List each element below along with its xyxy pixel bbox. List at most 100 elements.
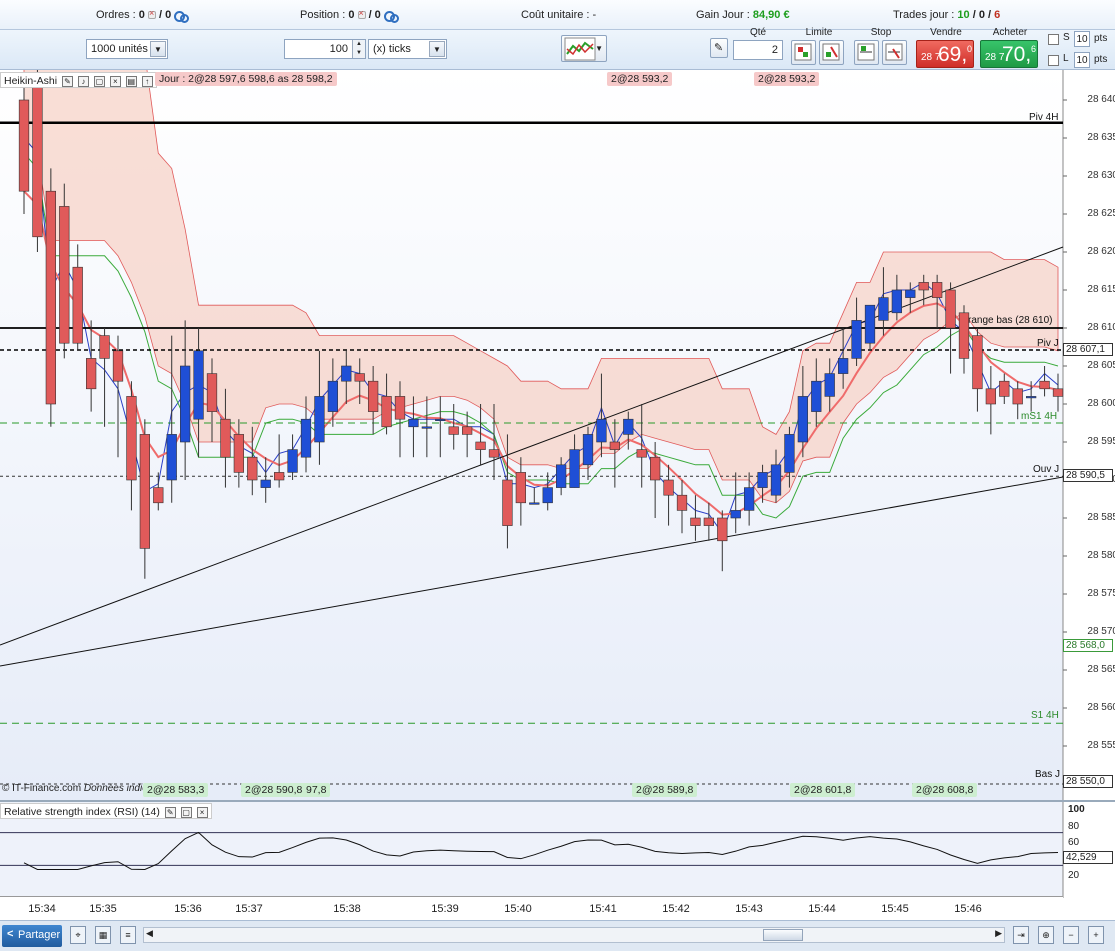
cancel-orders-icon[interactable] xyxy=(147,8,156,20)
crosshair-icon[interactable]: ⌖ xyxy=(70,926,86,944)
candle-body xyxy=(18,99,30,192)
scroll-right-icon[interactable]: ▶ xyxy=(995,928,1002,939)
price-tick-label: 28 610 xyxy=(1087,322,1115,333)
candle-body xyxy=(126,396,137,481)
candle-body xyxy=(368,380,379,412)
order-toolbar: 1000 unités ▼ 100 ▲ ▼ (x) ticks ▼ ▼ ✎ Qté… xyxy=(0,27,1115,70)
rsi-pane[interactable]: Relative strength index (RSI) (14) ✎ ▢ ×… xyxy=(0,800,1115,898)
settings-icon[interactable] xyxy=(383,10,399,23)
candle-body xyxy=(435,418,446,422)
go-to-end-icon[interactable]: ⇥ xyxy=(1013,926,1029,944)
scrollbar-thumb[interactable] xyxy=(763,929,803,941)
layers-icon[interactable]: ≡ xyxy=(120,926,136,944)
daily-gain: Gain Jour : 84,90 € xyxy=(696,9,790,21)
low-price-box: 28 550,0 xyxy=(1063,775,1113,788)
candle-body xyxy=(838,358,849,374)
wrench-icon[interactable]: ✎ xyxy=(62,75,74,87)
price-tick-label: 28 615 xyxy=(1087,284,1115,295)
stop-checkbox[interactable] xyxy=(1048,34,1059,45)
limit-points-input[interactable]: 10 xyxy=(1074,52,1090,68)
candle-body xyxy=(448,426,459,435)
wrench-icon[interactable]: ✎ xyxy=(164,806,176,818)
close-position-icon[interactable] xyxy=(357,8,366,20)
time-tick-label: 15:46 xyxy=(954,903,982,915)
candle-body xyxy=(421,426,432,429)
chevron-down-icon[interactable]: ▼ xyxy=(150,41,166,57)
price-tick-label: 28 595 xyxy=(1087,436,1115,447)
candle-body xyxy=(99,335,110,359)
bell-icon[interactable]: ♪ xyxy=(77,75,89,87)
move-up-icon[interactable]: ↑ xyxy=(141,75,153,87)
wrench-button[interactable]: ✎ xyxy=(710,38,728,58)
settings-icon[interactable] xyxy=(174,10,190,23)
candle-body xyxy=(811,380,822,412)
candle-body xyxy=(596,418,607,443)
candle-body xyxy=(905,289,916,298)
step-unit-select[interactable]: (x) ticks ▼ xyxy=(368,39,447,59)
price-tick-label: 28 600 xyxy=(1087,398,1115,409)
candle-body xyxy=(220,418,231,458)
calculator-icon[interactable]: ▦ xyxy=(95,926,111,944)
candle-body xyxy=(153,487,164,504)
candle-body xyxy=(166,434,177,481)
candle-body xyxy=(274,472,285,481)
limit-order-icon xyxy=(822,43,840,61)
position-summary: Position : 0 / 0 xyxy=(300,8,399,23)
buy-button[interactable]: 28 7 70, 6 xyxy=(980,40,1038,68)
candle-body xyxy=(569,449,580,488)
limit-buy-button[interactable] xyxy=(791,40,816,65)
scroll-left-icon[interactable]: ◀ xyxy=(146,928,153,939)
indicator-header: Heikin-Ashi ✎ ♪ ▢ × ▤ ↑ xyxy=(0,72,157,88)
copy-icon[interactable]: ▤ xyxy=(125,75,137,87)
candle-body xyxy=(650,456,661,481)
price-tick-label: 28 575 xyxy=(1087,588,1115,599)
trade-tag: 2@28 601,8 xyxy=(790,783,856,797)
stop-buy-button[interactable] xyxy=(854,40,879,65)
close-icon[interactable]: × xyxy=(196,806,208,818)
price-chart-canvas[interactable] xyxy=(0,70,1115,800)
sell-button[interactable]: 28 7 69, 0 xyxy=(916,40,974,68)
trade-tag: 2@28 583,3 xyxy=(143,783,209,797)
zoom-in-icon[interactable]: + xyxy=(1088,926,1104,944)
zoom-out-icon[interactable]: − xyxy=(1063,926,1079,944)
summary-bar: Ordres : 0 / 0 Position : 0 / 0 Coût uni… xyxy=(0,0,1115,30)
candle-body xyxy=(784,434,795,473)
limit-checkbox[interactable] xyxy=(1048,55,1059,66)
time-tick-label: 15:45 xyxy=(881,903,909,915)
stop-points-input[interactable]: 10 xyxy=(1074,31,1090,47)
candle-body xyxy=(180,365,191,443)
price-tick-label: 28 605 xyxy=(1087,360,1115,371)
chart-type-icon xyxy=(564,37,596,61)
window-icon[interactable]: ▢ xyxy=(180,806,192,818)
share-button[interactable]: Partager xyxy=(2,925,62,947)
zoom-fit-icon[interactable]: ⊕ xyxy=(1038,926,1054,944)
support-price-box: 28 568,0 xyxy=(1063,639,1113,652)
orders-summary: Ordres : 0 / 0 xyxy=(96,8,190,23)
close-icon[interactable]: × xyxy=(109,75,121,87)
chart-scrollbar[interactable]: ◀ ▶ xyxy=(143,927,1005,943)
candle-body xyxy=(300,418,312,458)
trade-tag: 2@28 589,8 xyxy=(632,783,698,797)
time-tick-label: 15:44 xyxy=(808,903,836,915)
candle-body xyxy=(918,282,929,291)
stop-sell-button[interactable] xyxy=(882,40,907,65)
quantity-input[interactable]: 2 xyxy=(733,40,783,60)
candle-body xyxy=(582,434,594,466)
candle-body xyxy=(972,335,983,390)
window-icon[interactable]: ▢ xyxy=(93,75,105,87)
candle-body xyxy=(59,206,70,344)
chart-type-button[interactable]: ▼ xyxy=(561,35,607,62)
time-tick-label: 15:35 xyxy=(89,903,117,915)
price-tick-label: 28 565 xyxy=(1087,664,1115,675)
candle-body xyxy=(515,472,526,504)
candle-body xyxy=(797,396,808,443)
candle-body xyxy=(851,320,862,359)
limit-sell-button[interactable] xyxy=(819,40,844,65)
chevron-down-icon[interactable]: ▼ xyxy=(429,41,445,57)
candle-body xyxy=(1026,396,1037,399)
bottom-bar: Partager ⌖ ▦ ≡ ◀ ▶ ⇥ ⊕ − + xyxy=(0,920,1115,951)
step-stepper[interactable]: 100 ▲ ▼ xyxy=(284,39,366,59)
stepper-arrows-icon[interactable]: ▲ ▼ xyxy=(352,40,365,58)
units-select[interactable]: 1000 unités ▼ xyxy=(86,39,168,59)
price-chart[interactable]: 28 640 28 635 28 630 28 625 28 620 28 615 28 6… xyxy=(0,70,1115,800)
